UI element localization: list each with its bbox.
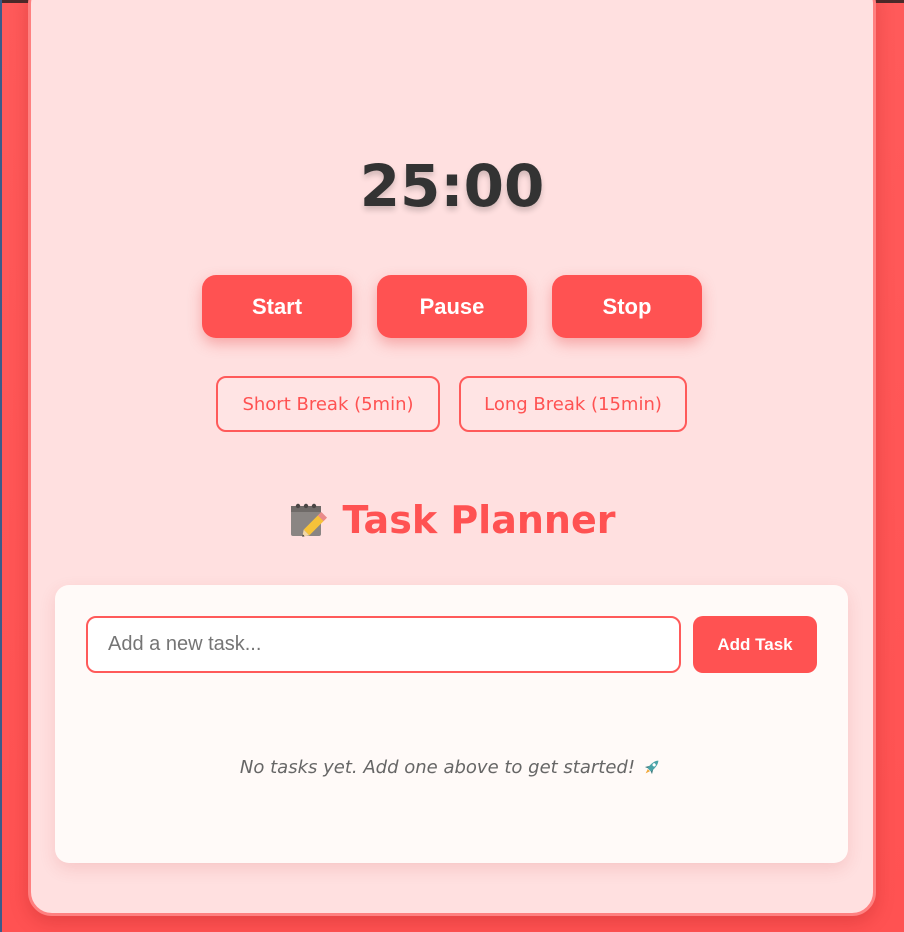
planner-title: Task Planner xyxy=(342,498,616,542)
timer-display: 25:00 xyxy=(359,152,545,220)
empty-state-text: No tasks yet. Add one above to get start… xyxy=(239,756,636,778)
empty-state: No tasks yet. Add one above to get start… xyxy=(55,756,848,778)
add-task-button[interactable]: Add Task xyxy=(693,616,817,673)
memo-pencil-icon xyxy=(289,500,331,540)
long-break-button[interactable]: Long Break (15min) xyxy=(459,376,687,432)
planner-heading: Task Planner xyxy=(0,498,904,542)
short-break-button[interactable]: Short Break (5min) xyxy=(216,376,440,432)
pause-button[interactable]: Pause xyxy=(377,275,527,338)
rocket-icon xyxy=(641,756,663,778)
stop-button[interactable]: Stop xyxy=(552,275,702,338)
task-input[interactable] xyxy=(86,616,681,673)
start-button[interactable]: Start xyxy=(202,275,352,338)
window-left-border xyxy=(0,0,2,932)
